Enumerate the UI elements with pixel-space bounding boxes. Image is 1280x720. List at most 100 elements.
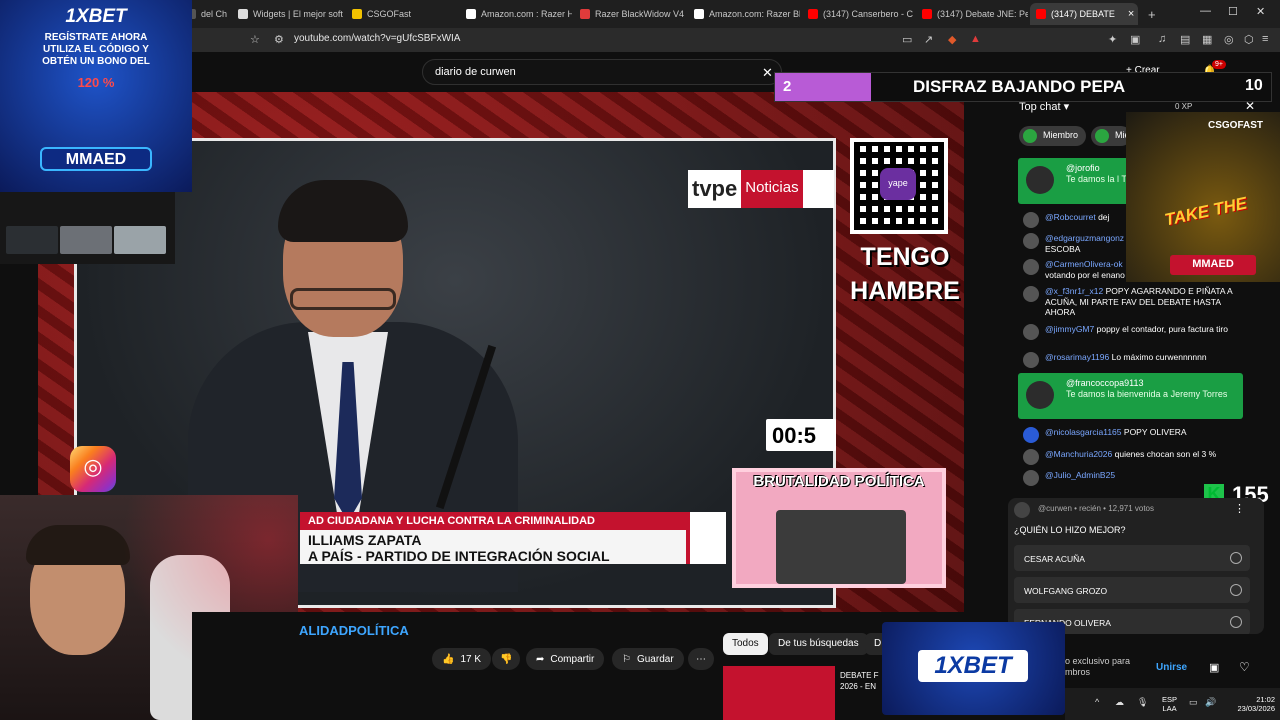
rewards-icon[interactable]: ▲ xyxy=(970,33,981,45)
filter-chip-member[interactable]: Mie xyxy=(1091,126,1131,146)
share-button[interactable]: ➦ Compartir xyxy=(526,648,605,670)
thumbnail[interactable] xyxy=(6,226,58,254)
tray-chevron-icon[interactable]: ^ xyxy=(1095,697,1099,707)
network-icon[interactable]: ▭ xyxy=(1189,697,1198,708)
brave-shield-icon[interactable]: ◆ xyxy=(948,33,956,46)
dislike-button[interactable]: 👎 xyxy=(492,648,521,670)
browser-tab[interactable]: CSGOFast xyxy=(346,3,458,25)
thumbnail[interactable] xyxy=(114,226,166,254)
yape-logo: yape xyxy=(880,168,916,200)
thumbs-up-icon: 👍 xyxy=(442,653,455,665)
system-taskbar: ^ ☁ 🎙 ESP LAA ▭ 🔊 21:02 23/03/2026 xyxy=(1065,688,1280,720)
avatar xyxy=(1023,352,1039,368)
address-bar: ☆ ⚙ youtube.com/watch?v=gUfcSBFxWIA ▭ ↗ … xyxy=(192,28,1280,52)
filter-chip-member[interactable]: Miembro xyxy=(1019,126,1087,146)
browser-tab[interactable]: Amazon.com : Razer H xyxy=(460,3,572,25)
more-actions-button[interactable]: ⋯ xyxy=(688,648,714,670)
more-options-icon[interactable]: ⋮ xyxy=(1234,502,1245,515)
share-icon: ➦ xyxy=(536,653,545,665)
browser-tab[interactable]: Amazon.com: Razer Bl xyxy=(688,3,800,25)
search-input[interactable]: diario de curwen xyxy=(422,59,782,85)
related-title: DEBATE F 2026 - EN xyxy=(840,671,879,691)
ad-brand-logo: 1XBET xyxy=(65,6,127,27)
url-field[interactable]: youtube.com/watch?v=gUfcSBFxWIA xyxy=(294,33,460,44)
tab-favicon-icon xyxy=(580,9,590,19)
ad-csgofast[interactable]: CSGOFAST TAKE THE MMAED xyxy=(1126,112,1280,282)
member-icon xyxy=(1095,129,1109,143)
browser-tab[interactable]: Widgets | El mejor soft xyxy=(232,3,344,25)
language-indicator[interactable]: ESP LAA xyxy=(1162,695,1177,713)
thumbnail[interactable] xyxy=(60,226,112,254)
speaker-hair xyxy=(278,180,408,242)
clear-search-icon[interactable]: ✕ xyxy=(762,65,773,81)
member-icon xyxy=(1023,129,1037,143)
tab-favicon-icon xyxy=(694,9,704,19)
sidebar-icon[interactable]: ▤ xyxy=(1180,33,1190,46)
system-clock[interactable]: 21:02 23/03/2026 xyxy=(1223,695,1275,713)
avatar xyxy=(1023,470,1039,486)
instagram-icon: ◎ xyxy=(70,446,116,492)
members-text: o exclusivo para mbros xyxy=(1065,656,1131,677)
welcome-message: @francoccopa9113 Te damos la bienvenida a… xyxy=(1018,373,1243,419)
browser-tab[interactable]: (3147) Debate JNE: Pe xyxy=(916,3,1028,25)
screenshot-icon[interactable]: ▣ xyxy=(1130,33,1140,46)
more-icon: ⋯ xyxy=(696,653,706,665)
related-video[interactable]: DEBATE F 2026 - EN xyxy=(723,666,883,720)
ad-1xbet-top[interactable]: 1XBET REGÍSTRATE AHORA UTILIZA EL CÓDIGO… xyxy=(0,0,192,192)
lower-third-topic: AD CIUDADANA Y LUCHA CONTRA LA CRIMINALI… xyxy=(300,512,720,530)
party-logo xyxy=(686,512,726,564)
avatar xyxy=(1026,381,1054,409)
radio-icon xyxy=(1230,584,1242,596)
close-window-button[interactable]: ✕ xyxy=(1256,5,1265,18)
wallet-icon[interactable]: ▦ xyxy=(1202,33,1212,46)
chat-message: @Manchuria2026 quienes chocan son el 3 % xyxy=(1023,449,1248,465)
like-button[interactable]: 👍 17 K xyxy=(432,648,492,670)
ad-1xbet-bottom[interactable]: 1XBET xyxy=(882,622,1065,715)
poll-option[interactable]: CESAR ACUÑA xyxy=(1014,545,1250,571)
banner-text: DISFRAZ BAJANDO PEPA xyxy=(913,77,1126,96)
avatar xyxy=(1023,286,1039,302)
pip-title: BRUTALIDAD POLÍTICA xyxy=(753,473,925,490)
shield-icon[interactable]: ⬡ xyxy=(1244,33,1254,46)
avatar xyxy=(1026,166,1054,194)
music-icon[interactable]: ♫ xyxy=(1158,33,1166,45)
ad-promo-code: MMAED xyxy=(40,147,152,171)
menu-icon[interactable]: ≡ xyxy=(1262,33,1268,45)
speaker-glasses xyxy=(290,288,396,310)
heart-icon[interactable]: ♡ xyxy=(1239,660,1250,674)
browser-tab[interactable]: Razer BlackWidow V4 xyxy=(574,3,686,25)
tab-favicon-icon xyxy=(352,9,362,19)
volume-icon[interactable]: 🔊 xyxy=(1205,697,1216,708)
filter-all[interactable]: Todos xyxy=(723,633,768,655)
browser-tab[interactable]: (3147) Canserbero - C xyxy=(802,3,914,25)
radio-icon xyxy=(1230,552,1242,564)
avatar xyxy=(1023,212,1039,228)
tab-favicon-icon xyxy=(1036,9,1046,19)
vpn-icon[interactable]: ◎ xyxy=(1224,33,1234,46)
maximize-button[interactable]: ☐ xyxy=(1228,5,1238,18)
poll-option[interactable]: WOLFGANG GROZO xyxy=(1014,577,1250,603)
filter-searches[interactable]: De tus búsquedas xyxy=(769,633,868,655)
browser-tab-active[interactable]: (3147) DEBATE × xyxy=(1030,3,1138,25)
new-tab-button[interactable]: + xyxy=(1142,3,1162,25)
share-icon[interactable]: ↗ xyxy=(924,33,933,46)
avatar xyxy=(1023,259,1039,275)
install-icon[interactable]: ▭ xyxy=(902,33,912,46)
save-button[interactable]: ⚐ Guardar xyxy=(612,648,684,670)
extensions-icon[interactable]: ✦ xyxy=(1108,33,1117,46)
site-info-icon[interactable]: ⚙ xyxy=(274,33,284,46)
channel-name[interactable]: ALIDADPOLÍTICA xyxy=(299,623,409,638)
minimize-button[interactable]: — xyxy=(1200,5,1211,17)
join-button[interactable]: Unirse xyxy=(1156,662,1187,673)
lower-third-name: ILLIAMS ZAPATA A PAÍS - PARTIDO DE INTEG… xyxy=(300,530,720,564)
banner-left-count: 2 xyxy=(775,73,871,101)
avatar xyxy=(1023,449,1039,465)
poll-question: ¿QUIÉN LO HIZO MEJOR? xyxy=(1014,525,1126,535)
tab-favicon-icon xyxy=(808,9,818,19)
close-tab-icon[interactable]: × xyxy=(1128,8,1134,20)
bookmark-icon[interactable]: ☆ xyxy=(250,33,260,46)
pip-stream: BRUTALIDAD POLÍTICA xyxy=(732,468,946,588)
gift-icon[interactable]: ▣ xyxy=(1209,661,1219,674)
cloud-icon[interactable]: ☁ xyxy=(1115,697,1124,708)
mic-icon[interactable]: 🎙 xyxy=(1137,697,1148,708)
